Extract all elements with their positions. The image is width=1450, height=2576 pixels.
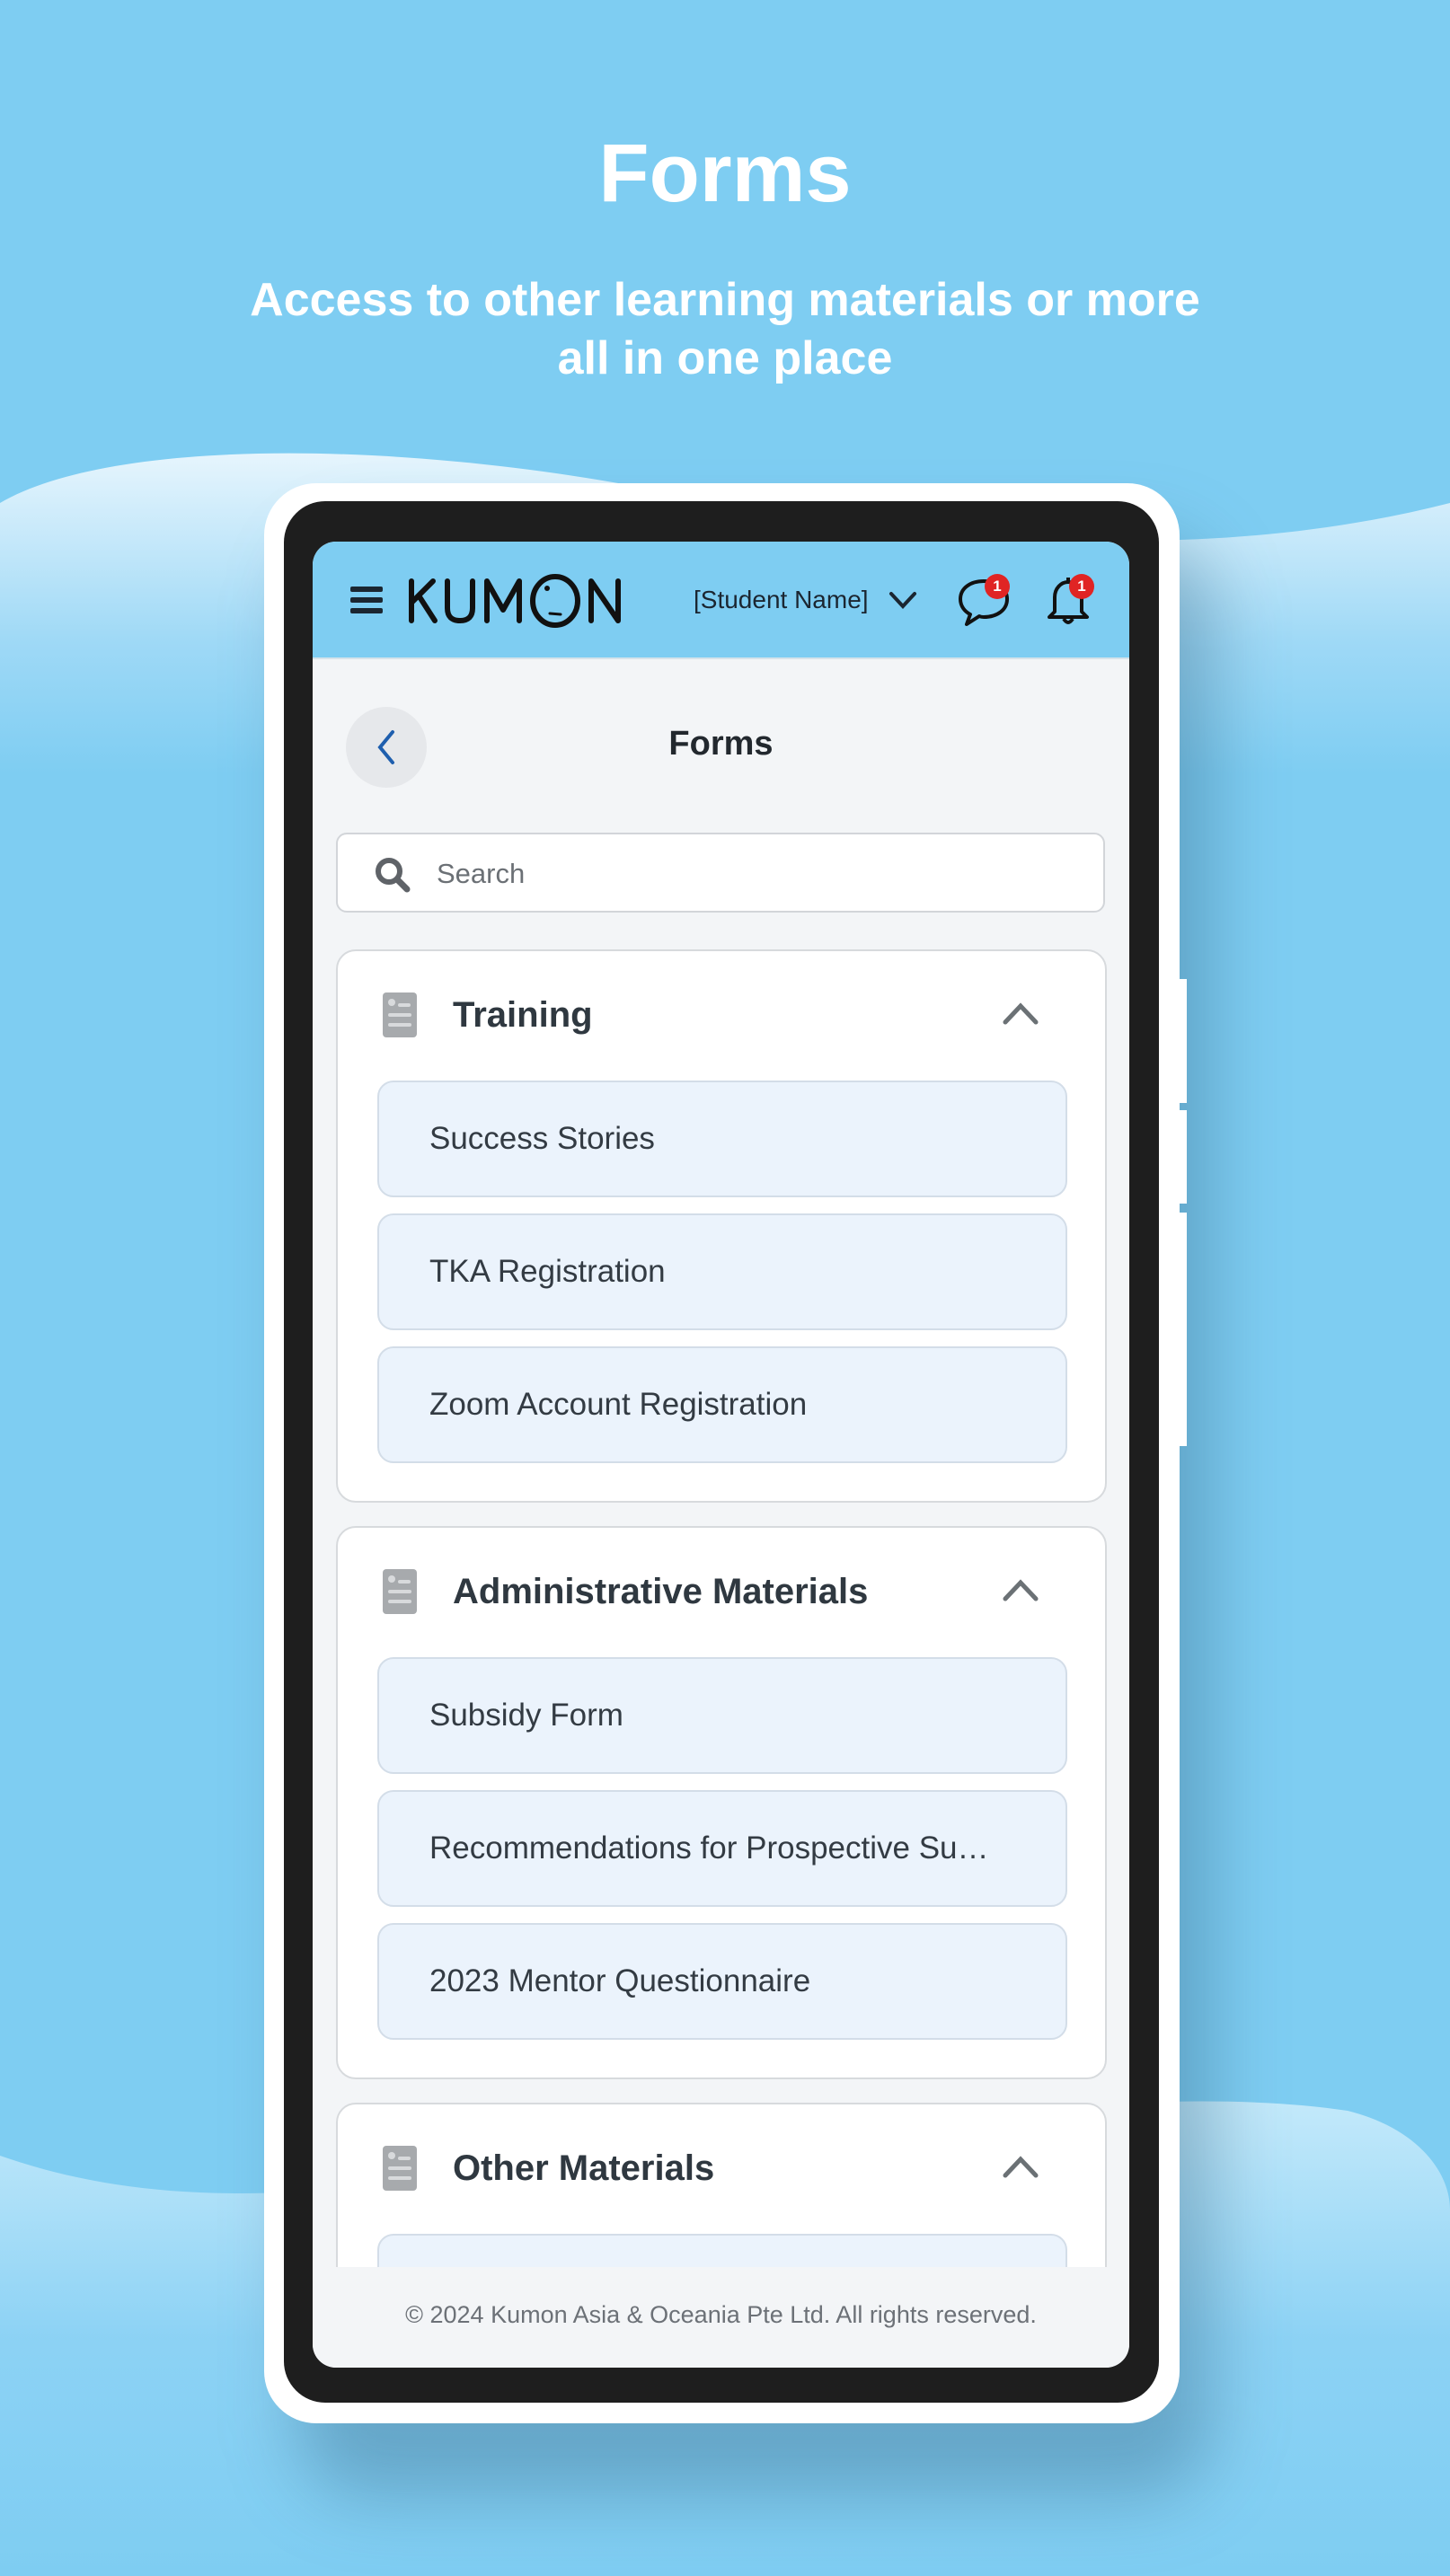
form-item[interactable]: TKA Registration: [377, 1213, 1067, 1330]
form-item-label: Subsidy Form: [429, 1698, 623, 1733]
form-item[interactable]: Recommendations for Prospective Su…: [377, 1790, 1067, 1907]
footer: © 2024 Kumon Asia & Oceania Pte Ltd. All…: [313, 2267, 1129, 2368]
section-header[interactable]: Other Materials: [338, 2104, 1105, 2230]
section-training: Training Success Stories TKA Registratio…: [336, 949, 1107, 1503]
notifications-badge: 1: [1069, 574, 1094, 599]
notifications-button[interactable]: 1: [1037, 569, 1100, 631]
chevron-up-icon[interactable]: [1003, 1578, 1039, 1601]
phone-volume-button: [1180, 979, 1187, 1103]
page-title: Forms: [668, 725, 774, 763]
section-header[interactable]: Administrative Materials: [338, 1528, 1105, 1654]
form-item-label: Success Stories: [429, 1121, 655, 1156]
section-administrative-materials: Administrative Materials Subsidy Form Re…: [336, 1526, 1107, 2079]
search-field[interactable]: [336, 833, 1105, 913]
messages-button[interactable]: 1: [952, 569, 1015, 631]
search-input[interactable]: [435, 851, 1085, 897]
form-item[interactable]: 2023 Mentor Questionnaire: [377, 1923, 1067, 2040]
student-name: [Student Name]: [694, 586, 869, 613]
form-item[interactable]: Subsidy Form: [377, 1657, 1067, 1774]
form-item[interactable]: Success Stories: [377, 1081, 1067, 1197]
document-icon: [383, 992, 417, 1037]
student-selector[interactable]: [Student Name]: [694, 578, 917, 622]
promo-title: Forms: [598, 128, 852, 219]
app-header: [Student Name] 1 1: [313, 542, 1129, 659]
form-item-label: 2023 Mentor Questionnaire: [429, 1963, 811, 1998]
promo-subtitle: Access to other learning materials or mo…: [250, 274, 1200, 384]
section-header[interactable]: Training: [338, 951, 1105, 1077]
chevron-up-icon[interactable]: [1003, 2155, 1039, 2178]
chevron-down-icon: [889, 592, 916, 609]
form-item-label: Zoom Account Registration: [429, 1387, 808, 1422]
document-icon: [383, 1569, 417, 1614]
messages-badge: 1: [985, 574, 1010, 599]
copyright-text: © 2024 Kumon Asia & Oceania Pte Ltd. All…: [405, 2301, 1037, 2328]
section-title: Other Materials: [453, 2148, 715, 2188]
kumon-logo: [409, 574, 621, 628]
search-icon: [376, 858, 411, 893]
form-item-label: TKA Registration: [429, 1254, 666, 1289]
phone-power-button: [1180, 1110, 1187, 1204]
chevron-up-icon[interactable]: [1003, 1001, 1039, 1025]
phone-side-button: [1180, 1213, 1187, 1446]
form-item-label: Recommendations for Prospective Su…: [429, 1831, 989, 1866]
form-item[interactable]: Zoom Account Registration: [377, 1346, 1067, 1463]
app-screen: [Student Name] 1 1 Forms Search Training…: [313, 542, 1129, 2368]
section-title: Training: [453, 995, 593, 1035]
document-icon: [383, 2146, 417, 2191]
section-title: Administrative Materials: [453, 1572, 869, 1611]
hamburger-icon[interactable]: [350, 587, 383, 613]
